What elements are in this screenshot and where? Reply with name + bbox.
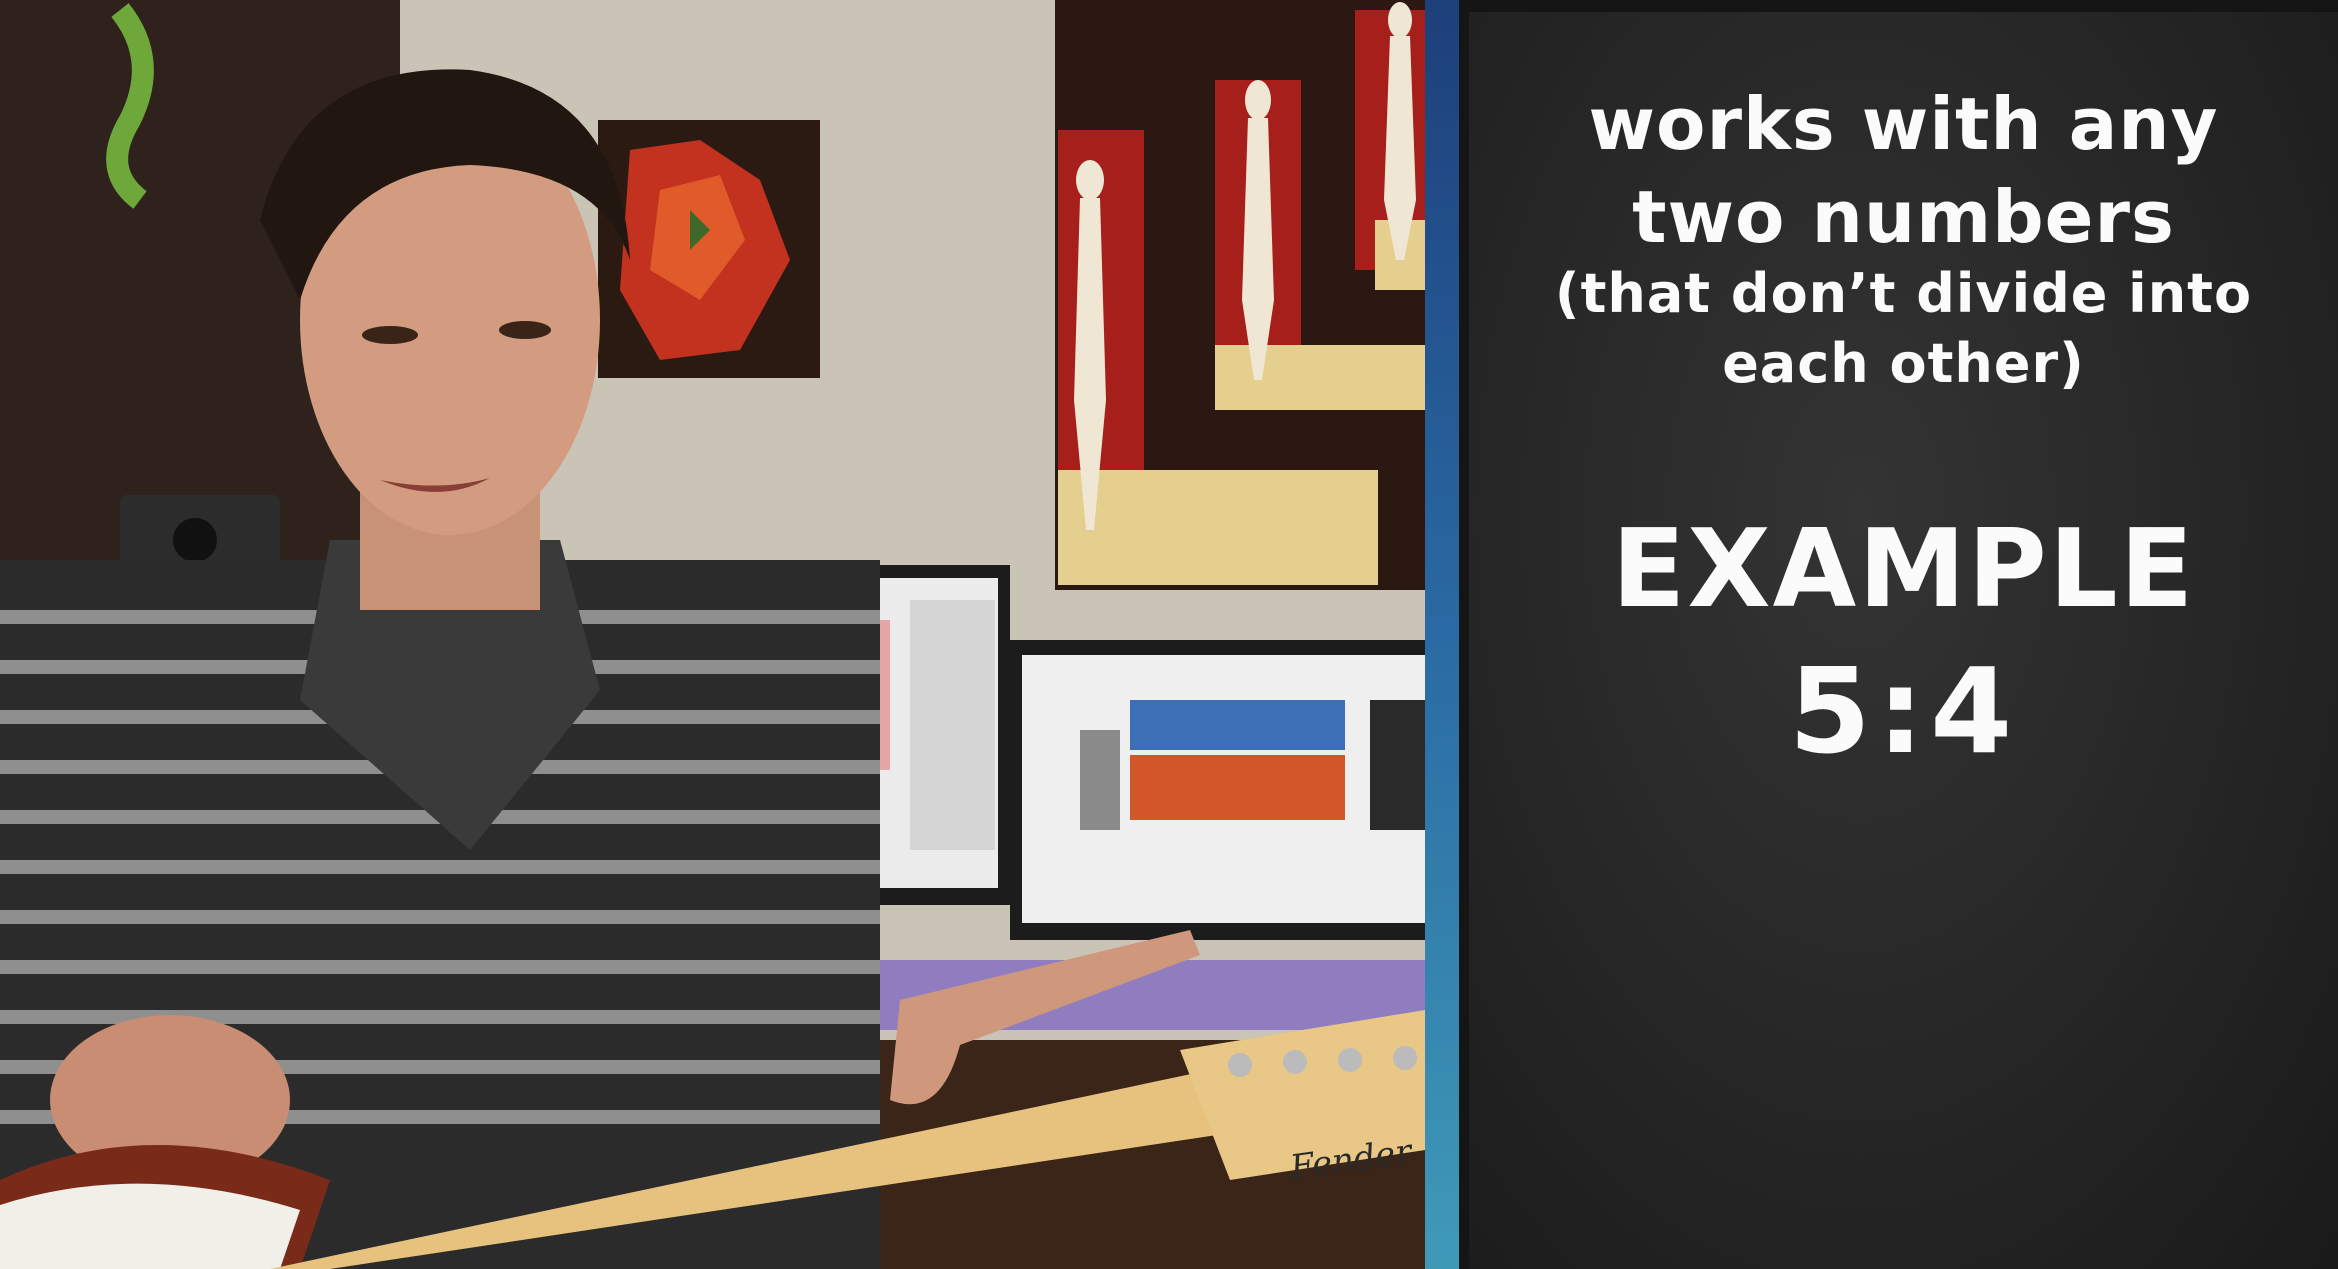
video-frame: Fender <box>0 0 1425 1269</box>
chalkboard-panel: works with any two numbers (that don’t d… <box>1459 0 2338 1269</box>
figure-canvas <box>1055 0 1425 590</box>
panel-divider <box>1425 0 1459 1269</box>
example-label: EXAMPLE <box>1611 507 2196 632</box>
panel-heading-line1: works with any <box>1588 82 2219 166</box>
panel-note-line1: (that don’t divide into <box>1554 262 2253 325</box>
abstract-painting <box>598 120 820 378</box>
panel-note-line2: each other) <box>1722 332 2085 395</box>
panel-heading-line2: two numbers <box>1632 175 2175 259</box>
computer-monitor-right <box>1010 640 1425 940</box>
studio-scene <box>0 0 1425 1269</box>
ratio-value: 5:4 <box>1788 642 2019 780</box>
